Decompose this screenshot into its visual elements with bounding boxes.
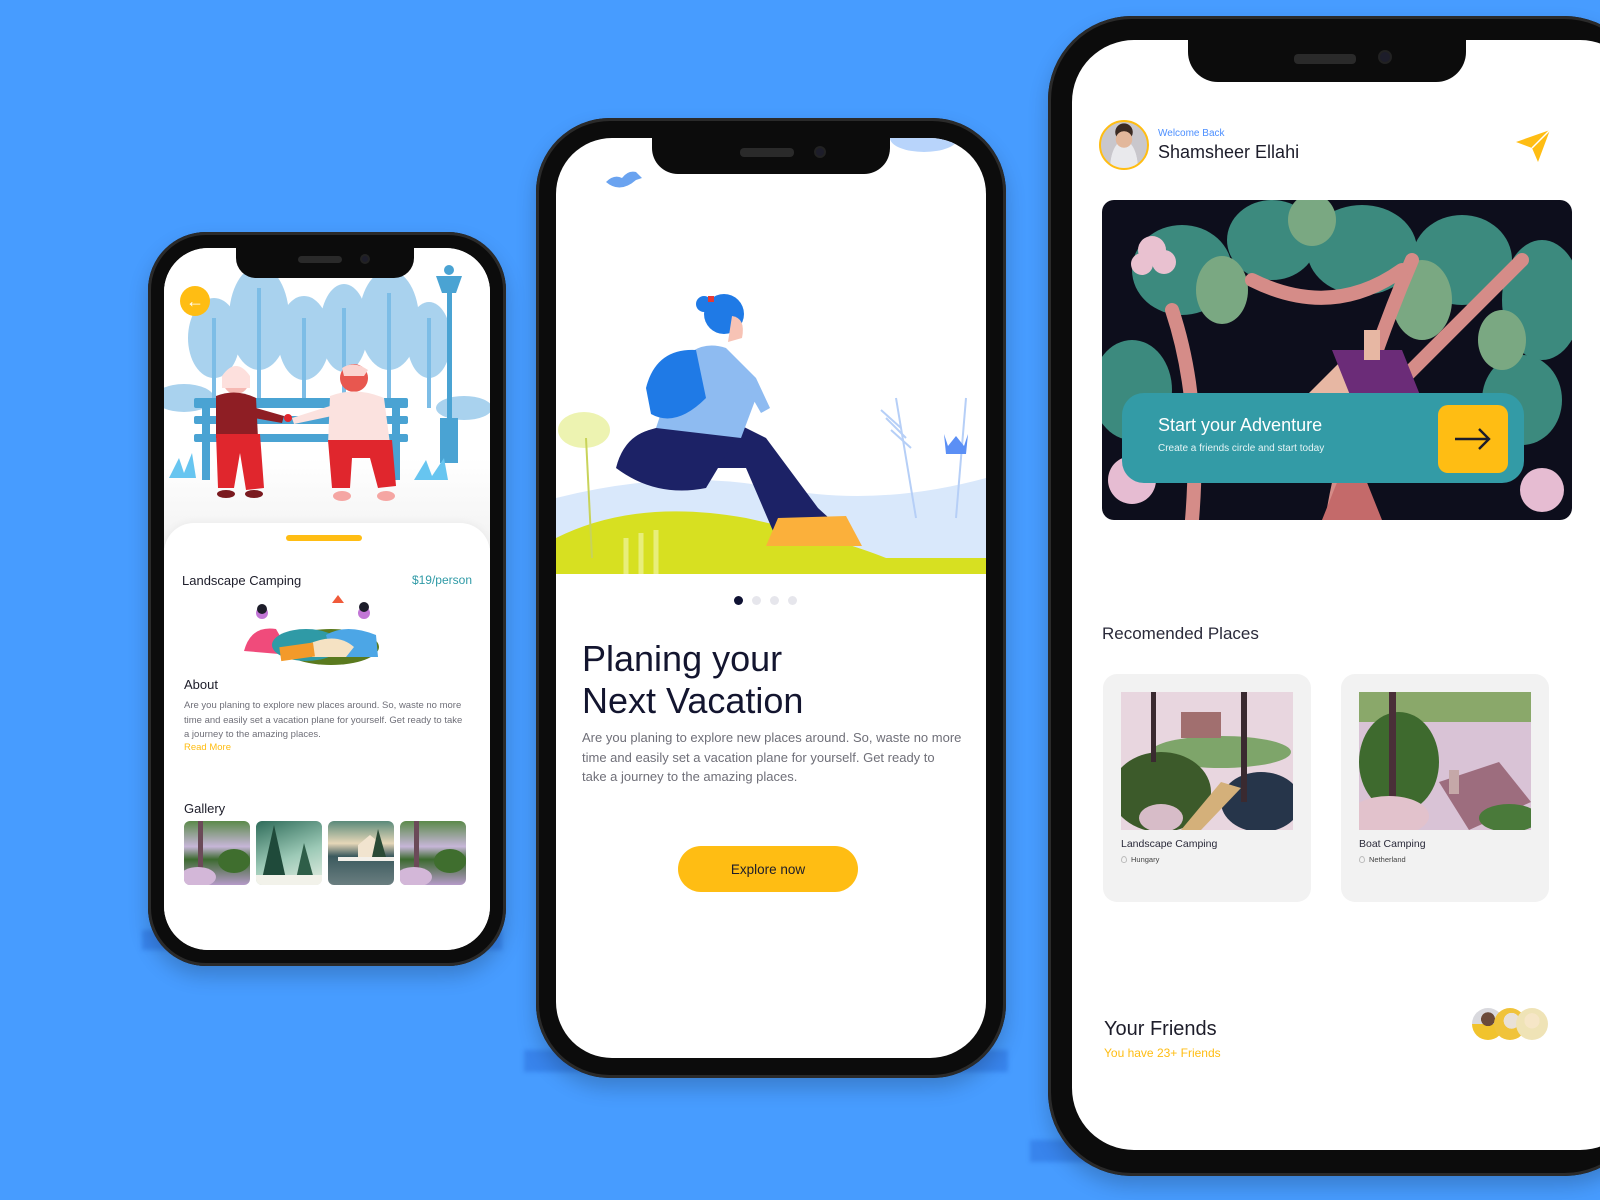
title-line-2: Next Vacation xyxy=(582,680,804,721)
speaker xyxy=(740,148,794,157)
title-line-1: Planing your xyxy=(582,638,783,679)
gallery-thumb[interactable] xyxy=(256,821,322,885)
phone-onboarding-screen: Planing your Next Vacation Are you plani… xyxy=(536,118,1006,1078)
read-more-link[interactable]: Read More xyxy=(184,742,231,753)
carousel-indicator xyxy=(734,596,797,605)
place-image xyxy=(1359,692,1531,830)
camera xyxy=(360,254,370,264)
onboarding-description: Are you planing to explore new places ar… xyxy=(582,730,962,784)
about-text: Are you planing to explore new places ar… xyxy=(184,700,463,740)
phone-home-screen: Welcome Back Shamsheer Ellahi Start your… xyxy=(1048,16,1600,1176)
gallery-thumb[interactable] xyxy=(400,821,466,885)
speaker xyxy=(298,256,342,263)
carousel-dot-active[interactable] xyxy=(734,596,743,605)
carousel-dot[interactable] xyxy=(788,596,797,605)
location-pin-icon xyxy=(1359,856,1365,863)
home-screen: Welcome Back Shamsheer Ellahi Start your… xyxy=(1072,40,1600,1150)
back-button[interactable]: ← xyxy=(180,286,210,316)
place-name: Boat Camping xyxy=(1359,838,1426,850)
place-title: Landscape Camping xyxy=(182,573,302,588)
welcome-text: Welcome Back xyxy=(1158,128,1225,139)
adventure-subtitle: Create a friends circle and start today xyxy=(1158,443,1325,454)
place-card[interactable]: Boat Camping Netherland xyxy=(1341,674,1549,902)
user-avatar[interactable] xyxy=(1099,120,1149,170)
price-label: $19/person xyxy=(411,573,472,587)
sheet-handle[interactable] xyxy=(286,535,362,541)
detail-screen: ← Landscape Camping $19/person About Are… xyxy=(164,248,490,950)
friend-avatars[interactable] xyxy=(1472,1008,1548,1042)
location-text: Hungary xyxy=(1131,855,1160,864)
paper-plane-icon[interactable] xyxy=(1514,128,1552,164)
place-location: Netherland xyxy=(1359,855,1406,864)
location-text: Netherland xyxy=(1369,855,1406,864)
friend-avatar[interactable] xyxy=(1516,1008,1548,1040)
place-name: Landscape Camping xyxy=(1121,838,1218,850)
explore-now-button[interactable]: Explore now xyxy=(678,846,858,892)
location-pin-icon xyxy=(1121,856,1127,863)
place-image xyxy=(1121,692,1293,830)
carousel-dot[interactable] xyxy=(752,596,761,605)
about-heading: About xyxy=(184,677,218,692)
user-name: Shamsheer Ellahi xyxy=(1158,142,1300,162)
carousel-dot[interactable] xyxy=(770,596,779,605)
arrow-right-icon xyxy=(1455,428,1491,450)
phone-notch xyxy=(236,248,414,278)
place-card[interactable]: Landscape Camping Hungary xyxy=(1103,674,1311,902)
phone-notch xyxy=(1188,40,1466,82)
detail-sheet: Landscape Camping $19/person About Are y… xyxy=(164,523,490,950)
phone-detail-screen: ← Landscape Camping $19/person About Are… xyxy=(148,232,506,966)
start-adventure-button[interactable] xyxy=(1438,405,1508,473)
place-location: Hungary xyxy=(1121,855,1159,864)
gallery-thumb[interactable] xyxy=(184,821,250,885)
gallery-heading: Gallery xyxy=(184,801,226,816)
adventure-title: Start your Adventure xyxy=(1158,415,1323,435)
phone-notch xyxy=(652,138,890,174)
arrow-left-icon: ← xyxy=(186,291,204,311)
gallery-thumb[interactable] xyxy=(328,821,394,885)
woman-sitting-illustration xyxy=(556,138,986,574)
friends-count: You have 23+ Friends xyxy=(1104,1046,1221,1060)
park-bench-illustration xyxy=(164,248,490,548)
friends-picnic-illustration xyxy=(236,595,386,665)
start-adventure-card[interactable]: Start your Adventure Create a friends ci… xyxy=(1122,393,1524,483)
speaker xyxy=(1294,54,1356,64)
onboarding-screen: Planing your Next Vacation Are you plani… xyxy=(556,138,986,1058)
gallery xyxy=(184,821,466,885)
camera xyxy=(1378,50,1392,64)
recommended-heading: Recomended Places xyxy=(1102,624,1259,643)
onboarding-title: Planing your Next Vacation xyxy=(582,638,962,722)
camera xyxy=(814,146,826,158)
friends-heading: Your Friends xyxy=(1104,1018,1217,1040)
